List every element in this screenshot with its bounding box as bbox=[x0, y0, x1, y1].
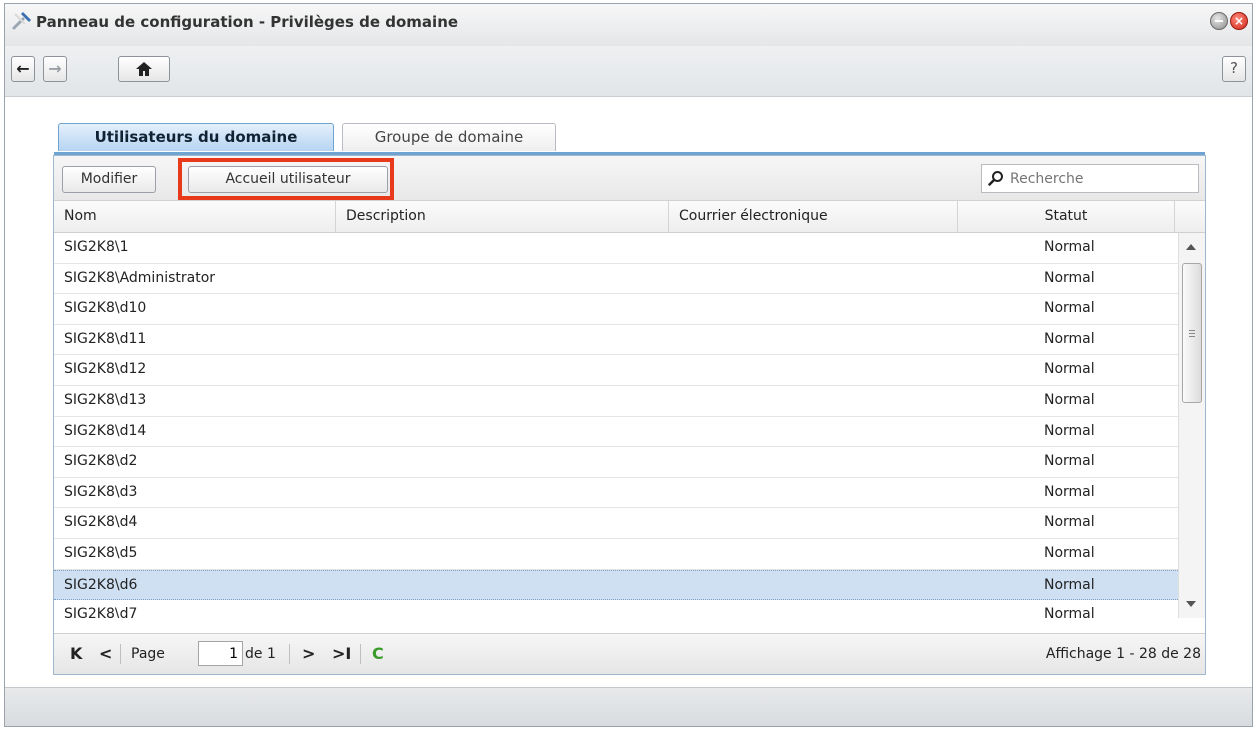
user-home-button[interactable]: Accueil utilisateur bbox=[188, 166, 388, 193]
title-bar: Panneau de configuration - Privilèges de… bbox=[5, 4, 1252, 46]
previous-page-button[interactable]: < bbox=[99, 644, 112, 664]
navigation-toolbar: ← → ? bbox=[5, 46, 1252, 97]
first-page-button[interactable]: K bbox=[70, 644, 82, 664]
table-body: SIG2K8\1 Normal SIG2K8\Administrator Normal… bbox=[54, 233, 1178, 618]
cell-status: Normal bbox=[1044, 576, 1095, 593]
grip-icon bbox=[1189, 330, 1195, 331]
cell-name: SIG2K8\d3 bbox=[64, 483, 138, 500]
table-row[interactable]: SIG2K8\Administrator Normal bbox=[54, 264, 1178, 295]
window-title: Panneau de configuration - Privilèges de… bbox=[36, 13, 459, 31]
refresh-icon[interactable]: C bbox=[372, 644, 384, 664]
cell-name: SIG2K8\d4 bbox=[64, 514, 138, 531]
cell-status: Normal bbox=[1044, 391, 1095, 408]
table-row[interactable]: SIG2K8\d3 Normal bbox=[54, 478, 1178, 509]
users-panel: Modifier Accueil utilisateur Nom Descrip… bbox=[53, 152, 1206, 675]
status-bar bbox=[5, 687, 1252, 726]
cell-name: SIG2K8\d13 bbox=[64, 391, 147, 408]
table-row[interactable]: SIG2K8\d2 Normal bbox=[54, 447, 1178, 478]
scrollbar-thumb[interactable] bbox=[1182, 263, 1202, 403]
modify-button[interactable]: Modifier bbox=[62, 166, 156, 193]
cell-status: Normal bbox=[1044, 330, 1095, 347]
vertical-scrollbar[interactable] bbox=[1178, 233, 1205, 618]
column-header-email[interactable]: Courrier électronique bbox=[669, 201, 958, 232]
forward-button[interactable]: → bbox=[43, 56, 67, 82]
panel-accent-line bbox=[54, 152, 1205, 155]
cell-name: SIG2K8\d6 bbox=[64, 576, 138, 593]
minimize-button[interactable] bbox=[1210, 12, 1228, 30]
arrow-right-icon: → bbox=[48, 59, 62, 78]
home-button[interactable] bbox=[118, 56, 170, 82]
cell-name: SIG2K8\d7 bbox=[64, 606, 138, 618]
table-row[interactable]: SIG2K8\d10 Normal bbox=[54, 294, 1178, 325]
cell-status: Normal bbox=[1044, 544, 1095, 561]
cell-name: SIG2K8\d10 bbox=[64, 300, 147, 317]
table-row[interactable]: SIG2K8\d7 Normal bbox=[54, 600, 1178, 618]
help-icon: ? bbox=[1230, 59, 1238, 77]
arrow-left-icon: ← bbox=[16, 59, 30, 78]
main-content: Utilisateurs du domaine Groupe de domain… bbox=[5, 97, 1252, 689]
column-header-description[interactable]: Description bbox=[336, 201, 669, 232]
cell-name: SIG2K8\d2 bbox=[64, 453, 138, 470]
pager-divider bbox=[289, 644, 290, 664]
cell-status: Normal bbox=[1044, 606, 1095, 618]
tab-domain-groups[interactable]: Groupe de domaine bbox=[342, 123, 556, 151]
page-label: Page bbox=[131, 646, 165, 662]
cell-name: SIG2K8\Administrator bbox=[64, 269, 216, 286]
table-row[interactable]: SIG2K8\d12 Normal bbox=[54, 355, 1178, 386]
table-row[interactable]: SIG2K8\d5 Normal bbox=[54, 539, 1178, 570]
cell-status: Normal bbox=[1044, 269, 1095, 286]
search-box[interactable] bbox=[981, 164, 1199, 193]
table-row[interactable]: SIG2K8\1 Normal bbox=[54, 233, 1178, 264]
cell-status: Normal bbox=[1044, 300, 1095, 317]
table-row[interactable]: SIG2K8\d11 Normal bbox=[54, 325, 1178, 356]
tools-icon bbox=[12, 12, 31, 30]
column-header-name[interactable]: Nom bbox=[54, 201, 336, 232]
scroll-down-arrow-icon[interactable] bbox=[1186, 601, 1196, 607]
table-row[interactable]: SIG2K8\d6 Normal bbox=[54, 569, 1178, 601]
cell-status: Normal bbox=[1044, 483, 1095, 500]
cell-status: Normal bbox=[1044, 422, 1095, 439]
table-row[interactable]: SIG2K8\d4 Normal bbox=[54, 508, 1178, 539]
column-header-status[interactable]: Statut bbox=[958, 201, 1175, 232]
display-count: Affichage 1 - 28 de 28 bbox=[1045, 646, 1201, 662]
search-icon bbox=[988, 171, 1003, 186]
help-button[interactable]: ? bbox=[1222, 56, 1246, 82]
home-icon bbox=[136, 62, 152, 76]
tab-domain-users[interactable]: Utilisateurs du domaine bbox=[58, 123, 334, 151]
action-bar: Modifier Accueil utilisateur bbox=[54, 156, 1205, 201]
control-panel-window: Panneau de configuration - Privilèges de… bbox=[4, 3, 1253, 727]
cell-name: SIG2K8\d14 bbox=[64, 422, 147, 439]
scroll-up-arrow-icon[interactable] bbox=[1186, 244, 1196, 250]
pager-divider bbox=[120, 644, 121, 664]
pager-divider bbox=[360, 644, 361, 664]
table-row[interactable]: SIG2K8\d14 Normal bbox=[54, 417, 1178, 448]
pagination-bar: K < Page de 1 > >I C Affichage 1 - 28 de… bbox=[54, 633, 1205, 674]
search-input[interactable] bbox=[1008, 168, 1192, 190]
cell-name: SIG2K8\1 bbox=[64, 239, 129, 255]
page-number-input[interactable] bbox=[198, 641, 243, 666]
cell-name: SIG2K8\d12 bbox=[64, 361, 147, 378]
cell-status: Normal bbox=[1044, 514, 1095, 531]
cell-status: Normal bbox=[1044, 239, 1095, 255]
table-header: Nom Description Courrier électronique St… bbox=[54, 201, 1205, 233]
cell-status: Normal bbox=[1044, 453, 1095, 470]
next-page-button[interactable]: > bbox=[302, 644, 315, 664]
page-total-label: de 1 bbox=[245, 646, 276, 662]
cell-status: Normal bbox=[1044, 361, 1095, 378]
cell-name: SIG2K8\d11 bbox=[64, 330, 147, 347]
last-page-button[interactable]: >I bbox=[332, 644, 351, 664]
table-row[interactable]: SIG2K8\d13 Normal bbox=[54, 386, 1178, 417]
cell-name: SIG2K8\d5 bbox=[64, 544, 138, 561]
close-button[interactable]: × bbox=[1230, 12, 1248, 30]
back-button[interactable]: ← bbox=[11, 56, 35, 82]
